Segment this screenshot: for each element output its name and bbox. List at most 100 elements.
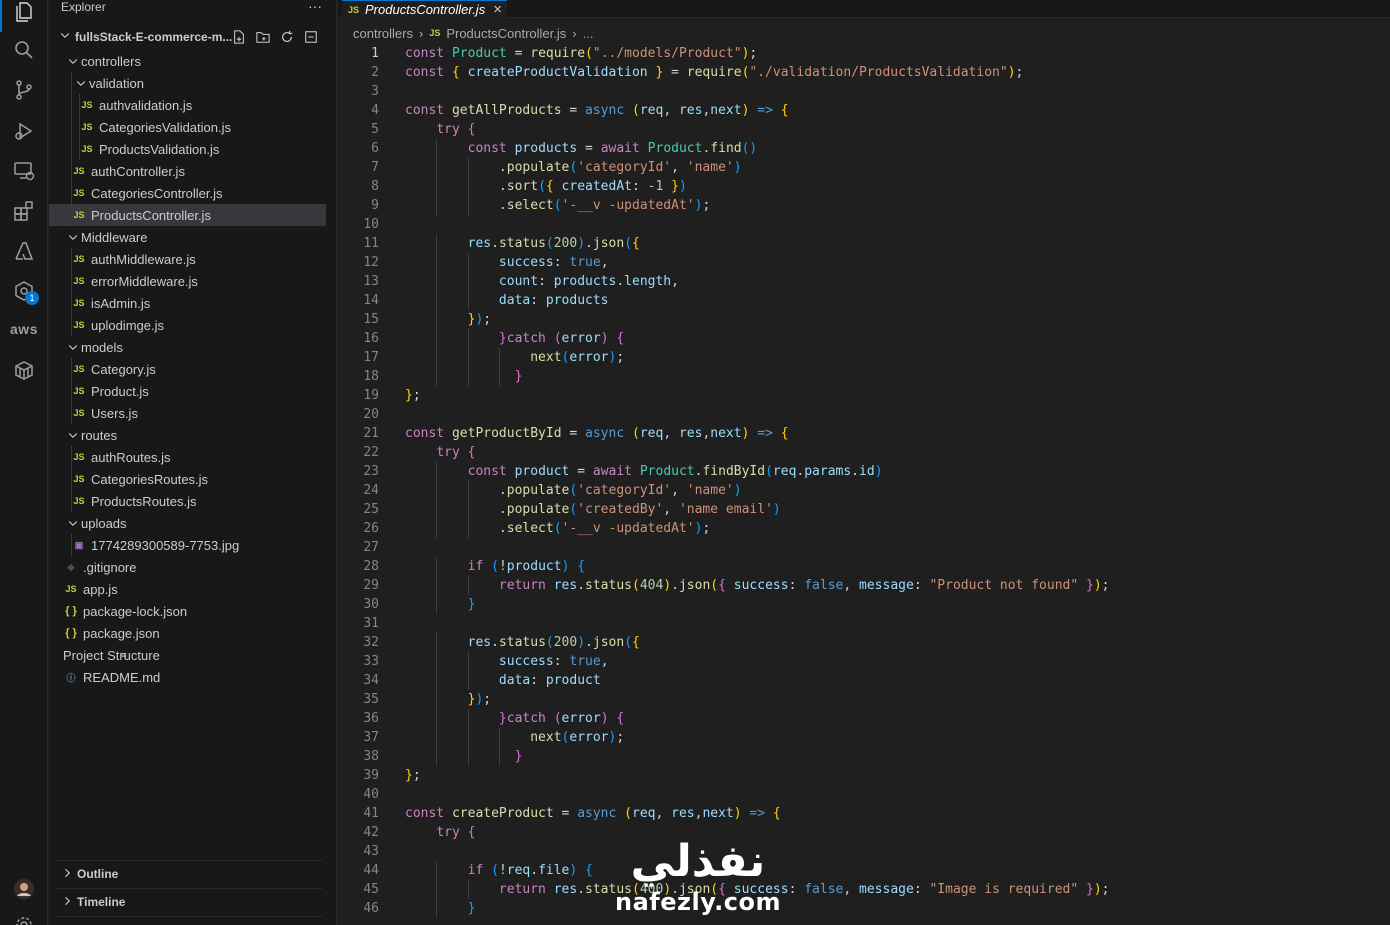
code-line: 3 [338,82,1390,101]
file-item[interactable]: ◆ .gitignore [49,556,332,578]
code-token: ( [553,331,562,346]
file-item[interactable]: JS Product.js [49,380,332,402]
code-token: await [600,141,648,156]
avatar[interactable] [0,869,48,909]
file-item[interactable]: JS ProductsController.js [49,204,326,226]
folder-item[interactable]: routes [49,424,332,446]
code-text: return res.status(404).json({ success: f… [405,576,1110,595]
code-token: message [859,578,914,593]
code-token: id [859,464,875,479]
folder-item[interactable]: validation [49,72,332,94]
code-token: res [553,882,578,897]
txt-file-icon: ≡ [121,650,127,660]
indent-guide [79,94,80,116]
code-token: next [710,426,742,441]
code-token: findById [702,464,766,479]
tree-item-label: .gitignore [83,559,137,575]
json-file-icon: { } [65,605,77,617]
folder-item[interactable]: controllers [49,50,332,72]
line-number: 38 [363,749,379,764]
code-text: }; [405,766,421,785]
file-item[interactable]: JS isAdmin.js [49,292,332,314]
indent-guide [71,182,72,204]
extensions-icon[interactable] [0,191,48,231]
source-control-icon[interactable] [0,70,48,110]
code-text: success: true, [405,652,609,671]
code-line: 9 .select('-__v -updatedAt'); [338,196,1390,215]
indent-guide [71,402,72,424]
code-line: 10 [338,215,1390,234]
collapse-all-icon[interactable] [302,29,320,45]
run-debug-icon[interactable] [0,111,48,151]
file-item[interactable]: { } package.json [49,622,332,644]
file-item[interactable]: JS authRoutes.js [49,446,332,468]
code-token: ( [491,863,499,878]
code-token: async [585,103,632,118]
project-header[interactable]: fullsStack-E-commerce-m... [49,26,332,48]
file-item[interactable]: JS CategoriesRoutes.js [49,468,332,490]
code-token: . [405,160,507,175]
breadcrumb-symbol[interactable]: ... [583,26,594,41]
indent-guide [71,358,72,380]
indent-guide [71,446,72,468]
file-item[interactable]: JS app.js [49,578,332,600]
database-icon[interactable] [0,350,48,390]
file-item[interactable]: ≡ Project Structure [49,644,332,666]
search-icon[interactable] [0,30,48,70]
azure-icon[interactable] [0,231,48,271]
tree-item-label: uplodimge.js [91,317,164,333]
tab-productscontroller[interactable]: JS ProductsController.js × [342,0,507,18]
file-item[interactable]: JS Category.js [49,358,332,380]
files-icon[interactable] [0,0,48,32]
file-item[interactable]: ▣ 1774289300589-7753.jpg [49,534,332,556]
new-folder-icon[interactable] [254,29,272,45]
folder-item[interactable]: uploads [49,512,332,534]
folder-item[interactable]: models [49,336,332,358]
file-item[interactable]: JS ProductsRoutes.js [49,490,332,512]
file-item[interactable]: JS Users.js [49,402,332,424]
code-line: 34 data: product [338,671,1390,690]
line-number: 13 [363,274,379,289]
code-token: select [506,198,554,213]
code-token: ( [553,711,562,726]
breadcrumb-file[interactable]: ProductsController.js [446,26,566,41]
file-item[interactable]: JS uplodimge.js [49,314,332,336]
gear-icon[interactable] [0,905,48,925]
sidebar-resize-sash[interactable] [332,0,337,925]
file-item[interactable]: JS authMiddleware.js [49,248,332,270]
file-item[interactable]: JS authController.js [49,160,332,182]
file-item[interactable]: JS authvalidation.js [49,94,332,116]
divider [57,860,322,861]
file-item[interactable]: { } package-lock.json [49,600,332,622]
remote-explorer-icon[interactable] [0,151,48,191]
code-token: ( [632,103,640,118]
breadcrumb-folder[interactable]: controllers [353,26,413,41]
more-actions-icon[interactable]: ··· [308,0,322,14]
timeline-section[interactable]: Timeline [49,891,332,913]
js-file-icon: JS [73,276,85,286]
code-line: 22 try { [338,443,1390,462]
indent-guide [71,380,72,402]
file-item[interactable]: JS errorMiddleware.js [49,270,332,292]
tree-item-label: Category.js [91,361,156,377]
chevron-down-icon [65,427,81,443]
docker-icon[interactable]: 1 [0,271,48,311]
file-item[interactable]: JS CategoriesController.js [49,182,332,204]
chevron-down-icon [65,339,81,355]
refresh-icon[interactable] [278,29,296,45]
file-item[interactable]: ⓘ README.md [49,666,332,688]
folder-item[interactable]: Middleware [49,226,332,248]
code-token: file [538,863,570,878]
aws-icon[interactable]: aws [0,309,48,349]
outline-section[interactable]: Outline [49,863,332,885]
new-file-icon[interactable] [230,29,248,45]
code-token: , [671,274,679,289]
code-token: . [405,179,507,194]
file-item[interactable]: JS CategoriesValidation.js [49,116,332,138]
code-editor[interactable]: 1 const Product = require("../models/Prod… [338,44,1390,918]
file-item[interactable]: JS ProductsValidation.js [49,138,332,160]
close-icon[interactable]: × [493,1,502,18]
